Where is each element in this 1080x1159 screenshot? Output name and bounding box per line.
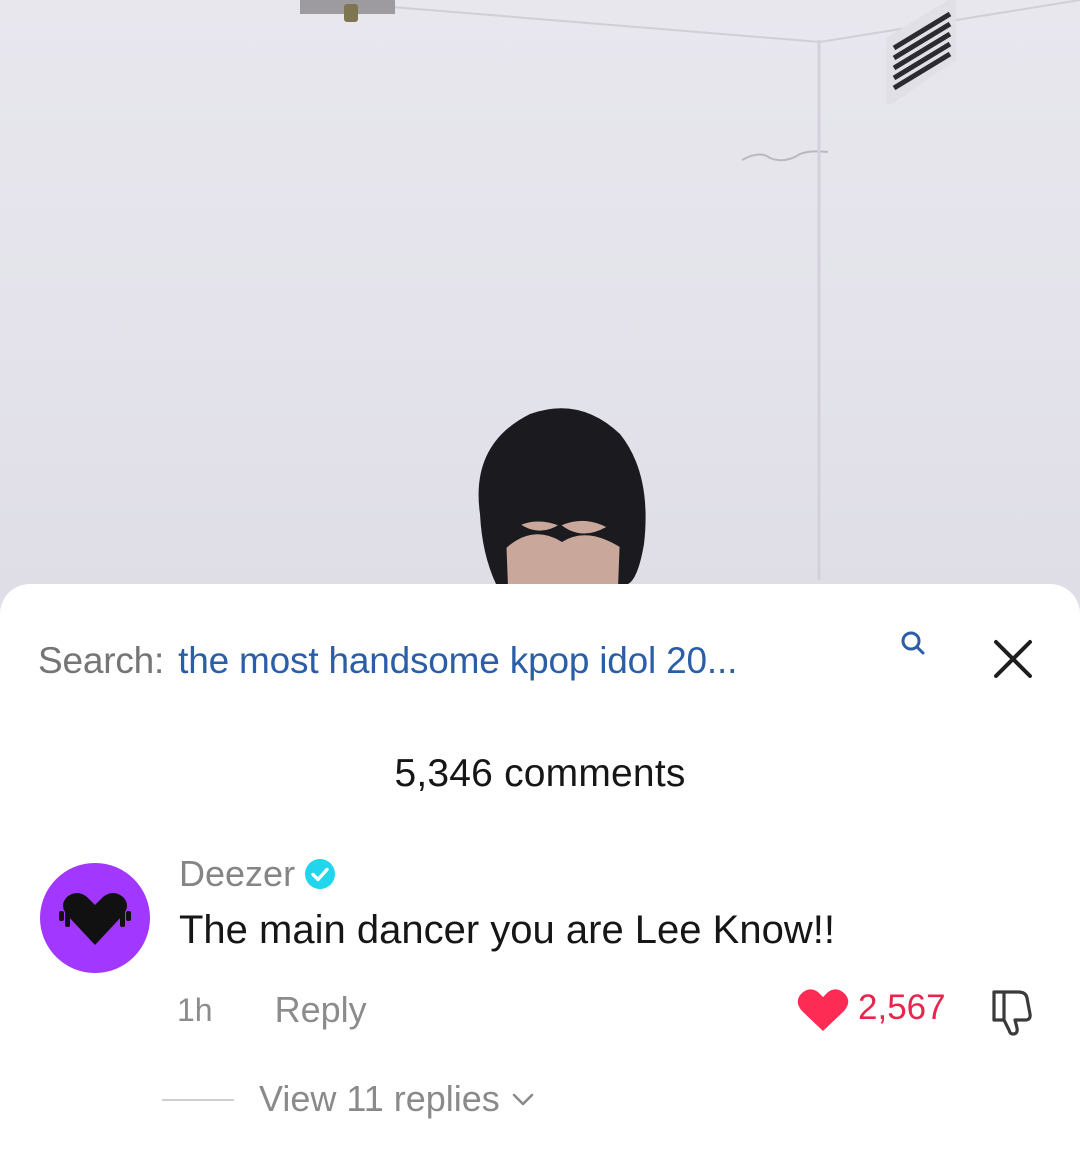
like-count: 2,567 — [858, 988, 946, 1027]
video-player[interactable] — [0, 0, 1080, 640]
verified-badge-icon — [305, 859, 336, 889]
view-replies-label: View 11 replies — [259, 1078, 500, 1119]
comment-body: The main dancer you are Lee Know!! — [179, 908, 835, 952]
search-prefix: Search: — [38, 640, 165, 681]
username[interactable]: Deezer — [179, 853, 295, 895]
replies-divider — [162, 1099, 234, 1101]
search-suggestion[interactable]: Search: the most handsome kpop idol 20..… — [38, 636, 998, 686]
heart-icon[interactable] — [796, 987, 850, 1033]
reply-button[interactable]: Reply — [275, 989, 367, 1031]
comment-author[interactable]: Deezer — [179, 852, 336, 896]
comment-meta: 1h Reply — [177, 986, 367, 1034]
chevron-down-icon — [512, 1093, 534, 1106]
comment-time: 1h — [177, 991, 213, 1028]
view-replies-button[interactable]: View 11 replies — [259, 1077, 536, 1121]
search-query-link[interactable]: the most handsome kpop idol 20... — [178, 640, 737, 682]
avatar[interactable] — [40, 863, 150, 973]
wall-corner — [817, 40, 821, 580]
dislike-icon[interactable] — [988, 986, 1040, 1036]
search-icon[interactable] — [900, 630, 926, 656]
ceiling-rail — [300, 0, 395, 22]
wall-vent — [886, 0, 956, 104]
deezer-logo-icon — [59, 893, 131, 945]
comment-count: 5,346 comments — [394, 752, 686, 795]
close-icon[interactable] — [990, 636, 1036, 682]
